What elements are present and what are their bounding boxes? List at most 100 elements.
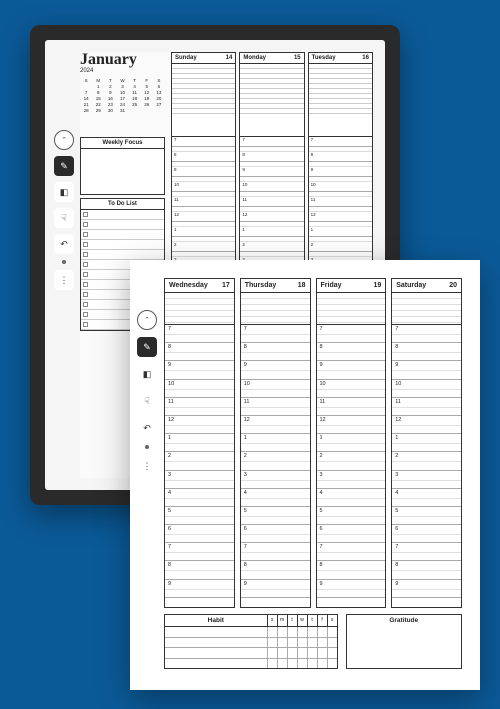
hour-row[interactable]: 1 bbox=[240, 227, 303, 237]
pen-tool-icon[interactable]: ✎ bbox=[137, 337, 157, 357]
hour-row[interactable]: 3 bbox=[392, 471, 461, 489]
habit-cell[interactable] bbox=[287, 659, 297, 669]
day-hours[interactable]: 789101112123456789 bbox=[165, 325, 234, 607]
hour-row[interactable]: 12 bbox=[241, 416, 310, 434]
hour-row[interactable]: 7 bbox=[317, 543, 386, 561]
hour-row[interactable]: 5 bbox=[317, 507, 386, 525]
hour-row[interactable]: 7 bbox=[317, 325, 386, 343]
habit-cell[interactable] bbox=[277, 648, 287, 658]
hour-row[interactable]: 1 bbox=[172, 227, 235, 237]
habit-cell[interactable] bbox=[297, 638, 307, 648]
more-tools-icon[interactable]: ⋮ bbox=[137, 456, 157, 476]
hour-row[interactable]: 4 bbox=[317, 489, 386, 507]
hour-row[interactable]: 4 bbox=[241, 489, 310, 507]
todo-row[interactable] bbox=[81, 210, 164, 220]
hour-row[interactable]: 6 bbox=[392, 525, 461, 543]
checkbox-icon[interactable] bbox=[83, 302, 88, 307]
hour-row[interactable]: 7 bbox=[165, 325, 234, 343]
habit-cell[interactable] bbox=[307, 648, 317, 658]
todo-row[interactable] bbox=[81, 220, 164, 230]
hour-row[interactable]: 9 bbox=[172, 167, 235, 177]
hour-row[interactable]: 6 bbox=[317, 525, 386, 543]
hour-row[interactable]: 2 bbox=[240, 242, 303, 252]
checkbox-icon[interactable] bbox=[83, 322, 88, 327]
checkbox-icon[interactable] bbox=[83, 242, 88, 247]
hour-row[interactable]: 12 bbox=[165, 416, 234, 434]
hour-row[interactable]: 12 bbox=[317, 416, 386, 434]
hour-row[interactable]: 11 bbox=[172, 197, 235, 207]
habit-row[interactable] bbox=[165, 659, 337, 669]
hour-row[interactable]: 12 bbox=[240, 212, 303, 222]
day-top-area[interactable] bbox=[317, 293, 386, 325]
hour-row[interactable]: 9 bbox=[309, 167, 372, 177]
habit-cell[interactable] bbox=[327, 648, 337, 658]
hour-row[interactable]: 9 bbox=[241, 580, 310, 598]
gratitude-box[interactable]: Gratitude bbox=[346, 614, 462, 669]
eraser-tool-icon[interactable]: ◧ bbox=[54, 182, 74, 202]
hour-row[interactable]: 8 bbox=[172, 152, 235, 162]
habit-cell[interactable] bbox=[287, 648, 297, 658]
hour-row[interactable]: 1 bbox=[165, 434, 234, 452]
hour-row[interactable]: 7 bbox=[240, 137, 303, 147]
hour-row[interactable]: 7 bbox=[309, 137, 372, 147]
day-hours[interactable]: 789101112123456789 bbox=[317, 325, 386, 607]
habit-cell[interactable] bbox=[287, 627, 297, 637]
hour-row[interactable]: 10 bbox=[392, 380, 461, 398]
habit-cell[interactable] bbox=[317, 627, 327, 637]
habit-grid[interactable] bbox=[165, 627, 337, 668]
hour-row[interactable]: 10 bbox=[241, 380, 310, 398]
day-hours[interactable]: 789101112123456789 bbox=[241, 325, 310, 607]
hour-row[interactable]: 3 bbox=[241, 471, 310, 489]
hour-row[interactable]: 11 bbox=[165, 398, 234, 416]
habit-cell[interactable] bbox=[297, 648, 307, 658]
hour-row[interactable]: 8 bbox=[392, 343, 461, 361]
habit-cell[interactable] bbox=[297, 659, 307, 669]
hour-row[interactable]: 10 bbox=[317, 380, 386, 398]
hour-row[interactable]: 1 bbox=[309, 227, 372, 237]
hour-row[interactable]: 2 bbox=[317, 452, 386, 470]
habit-cell[interactable] bbox=[267, 659, 277, 669]
checkbox-icon[interactable] bbox=[83, 292, 88, 297]
day-top-area[interactable] bbox=[309, 64, 372, 136]
habit-cell[interactable] bbox=[307, 627, 317, 637]
hour-row[interactable]: 10 bbox=[309, 182, 372, 192]
habit-cell[interactable] bbox=[287, 638, 297, 648]
habit-cell[interactable] bbox=[297, 627, 307, 637]
weekly-focus-area[interactable] bbox=[81, 149, 164, 194]
hour-row[interactable]: 8 bbox=[317, 343, 386, 361]
hour-row[interactable]: 9 bbox=[165, 361, 234, 379]
checkbox-icon[interactable] bbox=[83, 232, 88, 237]
hour-row[interactable]: 9 bbox=[317, 580, 386, 598]
hour-row[interactable]: 7 bbox=[392, 325, 461, 343]
hour-row[interactable]: 11 bbox=[317, 398, 386, 416]
habit-row[interactable] bbox=[165, 627, 337, 638]
hour-row[interactable]: 10 bbox=[240, 182, 303, 192]
hour-row[interactable]: 10 bbox=[165, 380, 234, 398]
habit-row[interactable] bbox=[165, 638, 337, 649]
hour-row[interactable]: 8 bbox=[165, 343, 234, 361]
hour-row[interactable]: 7 bbox=[241, 325, 310, 343]
pen-tool-icon[interactable]: ✎ bbox=[54, 156, 74, 176]
hour-row[interactable]: 1 bbox=[392, 434, 461, 452]
habit-cell[interactable] bbox=[317, 638, 327, 648]
hour-row[interactable]: 11 bbox=[240, 197, 303, 207]
hour-row[interactable]: 8 bbox=[317, 561, 386, 579]
day-top-area[interactable] bbox=[241, 293, 310, 325]
checkbox-icon[interactable] bbox=[83, 212, 88, 217]
hour-row[interactable]: 9 bbox=[240, 167, 303, 177]
habit-cell[interactable] bbox=[317, 648, 327, 658]
hour-row[interactable]: 7 bbox=[172, 137, 235, 147]
day-top-area[interactable] bbox=[392, 293, 461, 325]
todo-row[interactable] bbox=[81, 240, 164, 250]
hour-row[interactable]: 4 bbox=[165, 489, 234, 507]
hour-row[interactable]: 8 bbox=[392, 561, 461, 579]
habit-cell[interactable] bbox=[277, 659, 287, 669]
checkbox-icon[interactable] bbox=[83, 252, 88, 257]
hour-row[interactable]: 1 bbox=[317, 434, 386, 452]
habit-cell[interactable] bbox=[267, 627, 277, 637]
hour-row[interactable]: 3 bbox=[317, 471, 386, 489]
habit-cell[interactable] bbox=[267, 638, 277, 648]
habit-cell[interactable] bbox=[277, 638, 287, 648]
hour-row[interactable]: 5 bbox=[165, 507, 234, 525]
hour-row[interactable]: 11 bbox=[241, 398, 310, 416]
